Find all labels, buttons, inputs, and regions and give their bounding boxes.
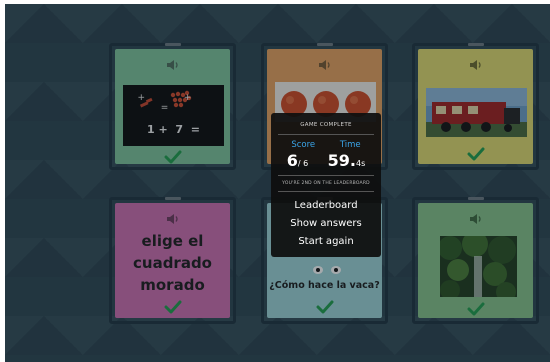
card-tab	[164, 197, 181, 200]
score-total: / 6	[297, 159, 309, 168]
speaker-icon[interactable]	[318, 59, 332, 71]
time-label: Time	[339, 140, 361, 150]
start-again-button[interactable]: Start again	[271, 236, 381, 247]
speaker-icon[interactable]	[469, 59, 483, 71]
checkmark-icon	[467, 147, 484, 161]
card-tab	[467, 43, 484, 46]
divider	[278, 134, 374, 135]
time-decimal: 4s	[355, 159, 366, 168]
checkmark-icon	[316, 300, 333, 314]
jungle-image	[440, 236, 517, 297]
math-equation: 1 + 7 =	[147, 123, 200, 136]
show-answers-button[interactable]: Show answers	[271, 218, 381, 229]
card-jungle[interactable]	[412, 197, 539, 324]
stat-values: 6/ 6 59.4s	[271, 151, 381, 170]
card-tab	[164, 43, 181, 46]
card-tab	[316, 43, 333, 46]
dialog-title: GAME COMPLETE	[300, 122, 352, 128]
leaderboard-rank-text: YOU'RE 2ND ON THE LEADERBOARD	[282, 181, 370, 186]
train-drawing	[426, 88, 527, 137]
card-train[interactable]	[412, 43, 539, 170]
speaker-icon[interactable]	[166, 213, 180, 225]
train-image	[426, 88, 527, 137]
cow-image	[313, 266, 341, 274]
checkmark-icon	[164, 300, 181, 314]
card-tab	[467, 197, 484, 200]
score-number: 6	[286, 151, 298, 170]
jungle-drawing	[440, 236, 516, 297]
checkmark-icon	[164, 150, 181, 164]
math-image: + + = 1 + 7 =	[123, 85, 224, 146]
score-value: 6/ 6	[287, 151, 308, 170]
stat-headers: Score Time	[271, 140, 381, 150]
leaderboard-button[interactable]: Leaderboard	[271, 200, 381, 211]
card-spanish-text[interactable]: elige el cuadrado morado	[109, 197, 236, 324]
prompt-line-2: cuadrado	[133, 254, 212, 272]
divider	[278, 191, 374, 192]
checkmark-icon	[467, 302, 484, 316]
card-math[interactable]: + + = 1 + 7 =	[109, 43, 236, 170]
time-value: 59.4s	[328, 151, 366, 170]
speaker-icon[interactable]	[166, 59, 180, 71]
cow-caption: ¿Cómo hace la vaca?	[269, 280, 380, 291]
speaker-icon[interactable]	[469, 213, 483, 225]
game-complete-dialog: GAME COMPLETE Score Time 6/ 6 59.4s YOU'…	[271, 113, 381, 257]
prompt-line-1: elige el	[141, 232, 204, 250]
score-label: Score	[291, 140, 316, 150]
math-operators: + + =	[137, 93, 210, 113]
divider	[278, 175, 374, 176]
prompt-line-3: morado	[140, 276, 205, 294]
time-number: 59.	[327, 151, 356, 170]
